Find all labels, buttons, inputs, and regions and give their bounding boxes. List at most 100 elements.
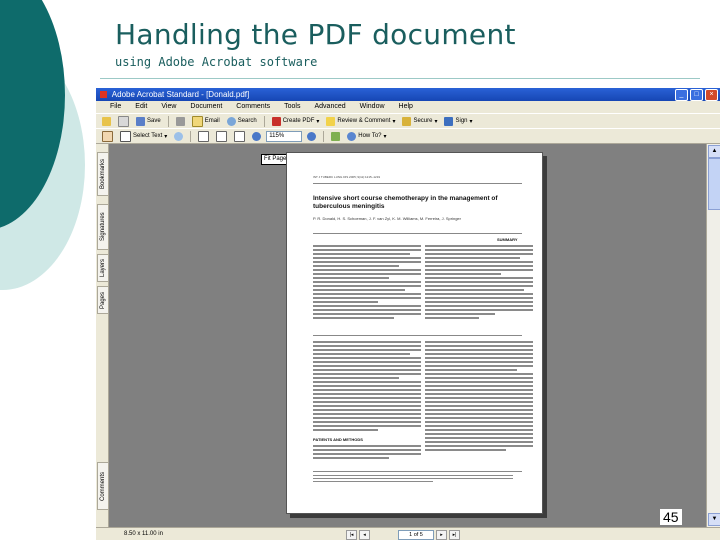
save-button[interactable]: Save xyxy=(134,115,163,127)
menu-advanced[interactable]: Advanced xyxy=(314,101,345,112)
next-page-button[interactable]: ▸ xyxy=(436,530,447,540)
previous-page-button[interactable]: ◂ xyxy=(359,530,370,540)
patients-methods-heading: PATIENTS AND METHODS xyxy=(313,437,363,442)
zoom-in-button[interactable] xyxy=(305,130,318,142)
sign-button[interactable]: Sign ▾ xyxy=(442,115,474,127)
text-cursor-icon xyxy=(120,130,131,142)
zoom-out-button[interactable] xyxy=(250,130,263,142)
body-text-right xyxy=(425,341,533,453)
lock-icon xyxy=(402,116,412,126)
document-area[interactable]: Fit Page INT J TUBERC LUNG DIS 2005; 9(1… xyxy=(109,144,706,527)
review-comment-button[interactable]: Review & Comment ▾ xyxy=(324,115,397,127)
secure-button[interactable]: Secure ▾ xyxy=(400,115,439,127)
authors-rule xyxy=(313,233,522,234)
create-pdf-button[interactable]: Create PDF ▾ xyxy=(270,115,322,127)
plus-icon xyxy=(307,131,317,141)
envelope-icon xyxy=(191,115,203,127)
abstract-text-left xyxy=(313,245,421,321)
slide-subtitle: using Adobe Acrobat software xyxy=(115,55,318,69)
chevron-down-icon: ▾ xyxy=(383,133,387,140)
menu-help[interactable]: Help xyxy=(399,101,413,112)
toolbar-file: Save Email Search Create PDF ▾ Review & C… xyxy=(96,113,720,129)
slide-divider xyxy=(100,78,700,79)
magnifier-icon xyxy=(174,131,184,141)
fit-page-button[interactable] xyxy=(214,130,229,142)
menu-document[interactable]: Document xyxy=(190,101,222,112)
actual-size-button[interactable] xyxy=(196,130,211,142)
help-icon xyxy=(347,131,357,141)
abstract-heading: SUMMARY xyxy=(497,237,518,242)
printer-icon xyxy=(175,116,185,126)
rotate-button[interactable] xyxy=(329,130,342,142)
hand-icon xyxy=(102,130,113,142)
secure-label: Secure xyxy=(413,118,433,124)
scroll-down-button[interactable]: ▼ xyxy=(708,513,720,526)
pen-icon xyxy=(444,116,454,126)
rotate-icon xyxy=(331,131,341,141)
tab-comments[interactable]: Comments xyxy=(97,462,109,510)
first-page-button[interactable]: |◂ xyxy=(346,530,357,540)
footer-rule xyxy=(313,471,522,472)
methods-text xyxy=(313,445,421,461)
scroll-thumb[interactable] xyxy=(708,158,720,210)
tab-signatures[interactable]: Signatures xyxy=(97,204,109,250)
slide-page-number: 45 xyxy=(660,509,682,525)
toolbar-separator xyxy=(190,130,192,142)
tab-bookmarks[interactable]: Bookmarks xyxy=(97,152,109,196)
chevron-down-icon: ▾ xyxy=(392,118,396,125)
maximize-button[interactable]: □ xyxy=(690,89,703,101)
search-label: Search xyxy=(237,118,257,124)
search-button[interactable]: Search xyxy=(225,115,259,127)
print-button[interactable] xyxy=(174,115,187,127)
vertical-scrollbar[interactable]: ▲ ▼ xyxy=(706,144,720,527)
zoom-level-input[interactable]: 115% xyxy=(266,130,303,142)
abstract-rule xyxy=(313,335,522,336)
menu-bar: File Edit View Document Comments Tools A… xyxy=(96,101,720,112)
menu-view[interactable]: View xyxy=(161,101,176,112)
body-text-left xyxy=(313,341,421,433)
close-button[interactable]: × xyxy=(705,89,718,101)
tab-layers[interactable]: Layers xyxy=(97,254,109,282)
how-to-button[interactable]: How To? ▾ xyxy=(345,130,388,142)
page-number-field[interactable]: 1 of 5 xyxy=(398,530,434,540)
hand-tool-button[interactable] xyxy=(100,130,115,142)
folder-icon xyxy=(102,116,111,126)
menu-file[interactable]: File xyxy=(110,101,121,112)
tab-pages[interactable]: Pages xyxy=(97,286,109,314)
scroll-up-button[interactable]: ▲ xyxy=(708,145,720,158)
email-label: Email xyxy=(204,118,220,124)
slide-title: Handling the PDF document xyxy=(115,18,516,51)
toolbar-separator xyxy=(263,115,265,127)
comment-icon xyxy=(326,116,336,126)
create-button[interactable] xyxy=(116,115,131,127)
chevron-down-icon: ▾ xyxy=(434,118,438,125)
acrobat-window: Adobe Acrobat Standard - [Donald.pdf] _ … xyxy=(96,88,720,540)
pdf-page[interactable]: INT J TUBERC LUNG DIS 2005; 9(11):1215–1… xyxy=(286,152,543,514)
chevron-down-icon: ▾ xyxy=(469,118,473,125)
menu-edit[interactable]: Edit xyxy=(135,101,147,112)
article-authors: P. R. Donald, H. S. Schoeman, J. F. van … xyxy=(313,216,461,221)
select-text-label: Select Text xyxy=(133,133,163,139)
minus-icon xyxy=(252,131,262,141)
select-text-button[interactable]: Select Text ▾ xyxy=(118,130,169,142)
correspondence-footnote xyxy=(313,475,513,484)
acrobat-app-icon xyxy=(100,91,107,98)
page-icon xyxy=(234,130,246,142)
page-icon xyxy=(216,130,228,142)
last-page-button[interactable]: ▸| xyxy=(449,530,460,540)
window-title: Adobe Acrobat Standard - [Donald.pdf] xyxy=(111,90,250,99)
email-button[interactable]: Email xyxy=(190,115,222,127)
pdf-icon xyxy=(271,116,281,126)
create-pdf-label: Create PDF xyxy=(282,118,315,124)
zoom-tool-button[interactable] xyxy=(172,130,185,142)
status-bar: 8.50 x 11.00 in |◂ ◂ 1 of 5 ▸ ▸| xyxy=(96,527,720,540)
toolbar-separator xyxy=(323,130,325,142)
menu-window[interactable]: Window xyxy=(360,101,385,112)
page-navigation-next: ▸ ▸| xyxy=(436,530,460,540)
minimize-button[interactable]: _ xyxy=(675,89,688,101)
menu-comments[interactable]: Comments xyxy=(236,101,270,112)
chevron-down-icon: ▾ xyxy=(164,133,168,140)
menu-tools[interactable]: Tools xyxy=(284,101,300,112)
open-button[interactable] xyxy=(100,115,113,127)
fit-width-button[interactable] xyxy=(232,130,247,142)
